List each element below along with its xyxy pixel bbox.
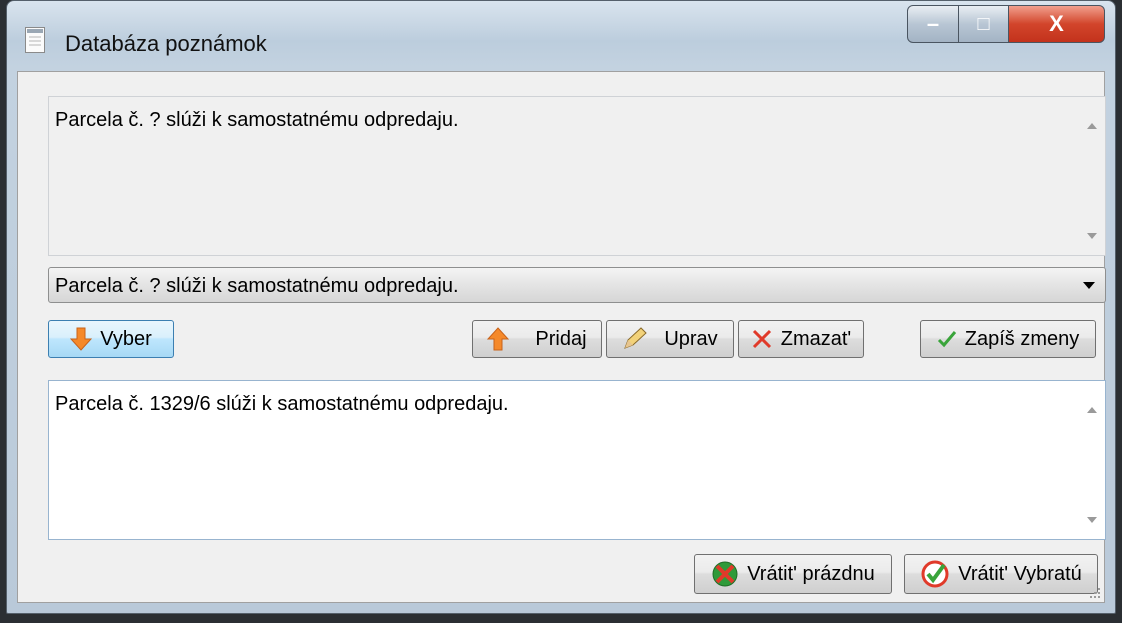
window-title: Databáza poznámok — [65, 31, 267, 56]
scroll-down-arrow-icon[interactable] — [1087, 233, 1097, 239]
scroll-up-arrow-icon[interactable] — [1087, 123, 1097, 129]
add-button-label: Pridaj — [535, 327, 587, 350]
return-empty-label: Vrátit' prázdnu — [747, 562, 875, 585]
pencil-icon — [624, 327, 648, 349]
scroll-up-arrow-icon[interactable] — [1087, 407, 1097, 413]
select-button[interactable]: Vyber — [48, 320, 174, 358]
minimize-button[interactable]: – — [907, 5, 959, 43]
window-controls: – □ X — [907, 5, 1105, 45]
close-icon: X — [1049, 11, 1064, 36]
title-bar[interactable]: Databáza poznámok – □ X — [7, 1, 1115, 71]
return-empty-button[interactable]: Vrátit' prázdnu — [694, 554, 892, 594]
minimize-icon: – — [926, 11, 940, 36]
delete-button-label: Zmazat' — [780, 327, 852, 350]
return-selected-label: Vrátit' Vybratú — [958, 562, 1082, 585]
editor-text: Parcela č. 1329/6 slúži k samostatnému o… — [55, 393, 509, 415]
save-button-label: Zapíš zmeny — [964, 327, 1080, 350]
x-icon — [752, 329, 771, 349]
dropdown-selected-value: Parcela č. ? slúži k samostatnému odpred… — [55, 275, 459, 297]
client-area: Parcela č. ? slúži k samostatnému odpred… — [17, 71, 1106, 603]
edit-button-label: Uprav — [664, 327, 718, 350]
maximize-icon: □ — [977, 12, 990, 35]
return-selected-button[interactable]: Vrátit' Vybratú — [904, 554, 1098, 594]
app-window: Databáza poznámok – □ X Parcela č. ? slú… — [6, 0, 1116, 614]
close-button[interactable]: X — [1009, 5, 1105, 43]
checkmark-icon — [937, 331, 956, 348]
editor-scrollbar[interactable] — [1079, 381, 1105, 539]
delete-button[interactable]: Zmazat' — [738, 320, 864, 358]
maximize-button[interactable]: □ — [959, 5, 1009, 43]
notepad-icon — [25, 27, 45, 53]
preview-text: Parcela č. ? slúži k samostatnému odpred… — [55, 109, 459, 131]
editor-textbox[interactable]: Parcela č. 1329/6 slúži k samostatnému o… — [48, 380, 1106, 540]
preview-scrollbar[interactable] — [1079, 97, 1105, 255]
note-select-dropdown[interactable]: Parcela č. ? slúži k samostatnému odpred… — [48, 267, 1106, 303]
arrow-up-icon — [487, 327, 510, 351]
select-button-label: Vyber — [100, 327, 152, 350]
chevron-down-icon[interactable] — [1083, 282, 1095, 289]
resize-grip-icon[interactable] — [1088, 586, 1102, 600]
cancel-icon — [712, 561, 738, 587]
check-circle-icon — [921, 560, 949, 588]
preview-textbox[interactable]: Parcela č. ? slúži k samostatnému odpred… — [48, 96, 1106, 256]
scroll-down-arrow-icon[interactable] — [1087, 517, 1097, 523]
add-button[interactable]: Pridaj — [472, 320, 602, 358]
edit-button[interactable]: Uprav — [606, 320, 734, 358]
arrow-down-icon — [70, 327, 93, 351]
save-changes-button[interactable]: Zapíš zmeny — [920, 320, 1096, 358]
